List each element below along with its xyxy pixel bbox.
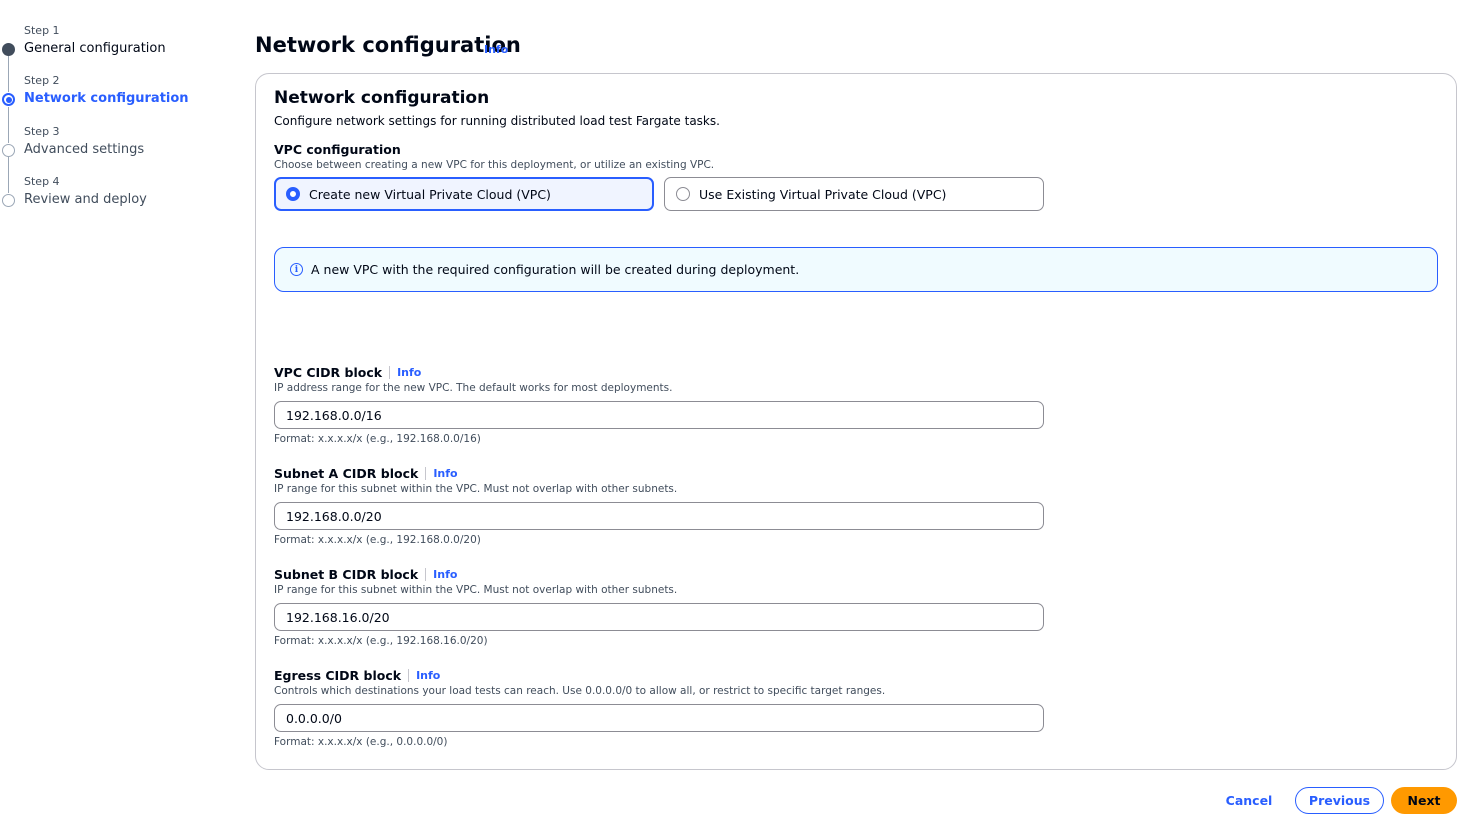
vpc-cidr-description: IP address range for the new VPC. The de… [274,382,673,394]
step-label: Advanced settings [24,142,145,157]
divider [425,467,427,480]
alert-text: A new VPC with the required configuratio… [311,262,800,277]
use-existing-vpc-tile[interactable]: Use Existing Virtual Private Cloud (VPC) [664,177,1044,211]
step-connector [8,56,9,92]
step-active-icon [2,93,15,106]
radio-label: Use Existing Virtual Private Cloud (VPC) [699,186,947,202]
page-info-link[interactable]: Info [484,43,508,56]
vpc-cidr-label: VPC CIDR block [274,365,383,380]
radio-label: Create new Virtual Private Cloud (VPC) [309,186,551,202]
vpc-config-description: Choose between creating a new VPC for th… [274,159,715,171]
step-pending-icon [2,144,15,157]
step-number: Step 2 [24,74,60,87]
egress-label-row: Egress CIDR block Info [274,668,440,683]
subnet-a-label-row: Subnet A CIDR block Info [274,466,458,481]
step-connector [8,107,9,143]
container-title: Network configuration [274,88,490,108]
subnet-a-input[interactable] [274,502,1044,530]
subnet-b-label-row: Subnet B CIDR block Info [274,567,457,582]
radio-unselected-icon[interactable] [676,187,690,201]
radio-selected-icon[interactable] [286,187,300,201]
step-connector [8,157,9,193]
subnet-b-input[interactable] [274,603,1044,631]
egress-label: Egress CIDR block [274,668,402,683]
create-new-vpc-tile[interactable]: Create new Virtual Private Cloud (VPC) [274,177,654,211]
previous-button[interactable]: Previous [1295,787,1384,814]
info-circle-icon: i [290,263,303,276]
egress-input[interactable] [274,704,1044,732]
vpc-cidr-label-row: VPC CIDR block Info [274,365,421,380]
egress-hint: Format: x.x.x.x/x (e.g., 0.0.0.0/0) [274,736,448,748]
divider [408,669,410,682]
divider [425,568,427,581]
vpc-config-label: VPC configuration [274,142,401,157]
subnet-a-hint: Format: x.x.x.x/x (e.g., 192.168.0.0/20) [274,534,481,546]
egress-description: Controls which destinations your load te… [274,685,886,697]
next-button[interactable]: Next [1391,787,1457,814]
subnet-b-hint: Format: x.x.x.x/x (e.g., 192.168.16.0/20… [274,635,488,647]
container-description: Configure network settings for running d… [274,114,720,128]
vpc-cidr-info-link[interactable]: Info [397,366,421,379]
step-number: Step 4 [24,175,60,188]
step-complete-icon [2,43,15,56]
page-title: Network configuration [255,33,521,57]
egress-info-link[interactable]: Info [416,669,440,682]
step-label[interactable]: General configuration [24,41,166,56]
vpc-cidr-input[interactable] [274,401,1044,429]
step-label: Review and deploy [24,192,147,207]
divider [389,366,391,379]
subnet-b-label: Subnet B CIDR block [274,567,419,582]
subnet-b-info-link[interactable]: Info [433,568,457,581]
subnet-a-label: Subnet A CIDR block [274,466,419,481]
cancel-button[interactable]: Cancel [1216,787,1282,814]
step-pending-icon [2,194,15,207]
vpc-cidr-hint: Format: x.x.x.x/x (e.g., 192.168.0.0/16) [274,433,481,445]
info-alert: i A new VPC with the required configurat… [274,247,1438,292]
subnet-a-description: IP range for this subnet within the VPC.… [274,483,678,495]
step-number: Step 3 [24,125,60,138]
network-config-container: Network configuration Configure network … [255,73,1457,770]
step-number: Step 1 [24,24,60,37]
subnet-b-description: IP range for this subnet within the VPC.… [274,584,678,596]
subnet-a-info-link[interactable]: Info [433,467,457,480]
step-label: Network configuration [24,91,189,106]
